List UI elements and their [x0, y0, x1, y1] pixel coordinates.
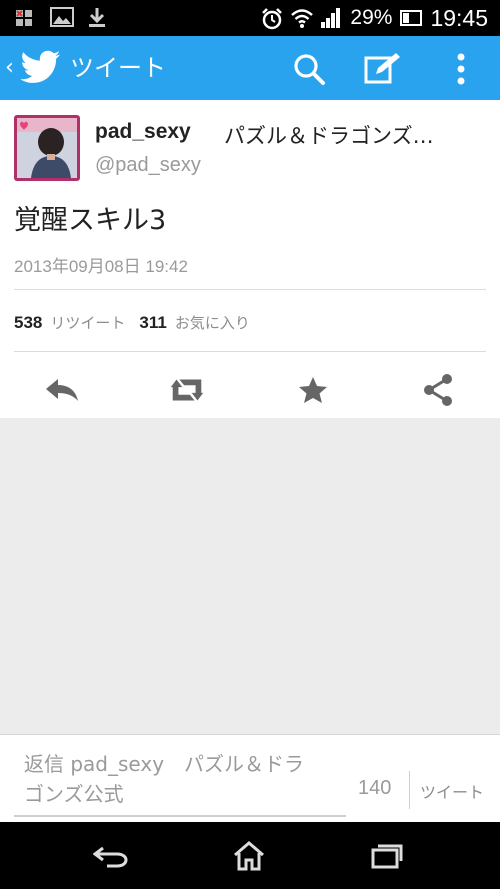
nav-back-button[interactable] — [86, 836, 136, 876]
share-button[interactable] — [418, 370, 458, 410]
download-icon — [86, 6, 108, 28]
divider — [409, 771, 410, 809]
retweet-label[interactable]: リツイート — [50, 312, 125, 333]
nav-recent-apps-button[interactable] — [362, 836, 412, 876]
up-caret[interactable]: ‹ — [5, 54, 14, 82]
alarm-icon — [260, 7, 283, 30]
home-icon — [234, 841, 264, 871]
retweet-button[interactable] — [167, 370, 207, 410]
nav-home-button[interactable] — [224, 836, 274, 876]
clock: 19:45 — [430, 4, 488, 31]
back-icon — [93, 846, 128, 868]
profile-name[interactable]: パズル＆ドラゴンズ… — [224, 120, 434, 150]
twitter-bird-icon[interactable] — [20, 50, 62, 86]
favorite-label[interactable]: お気に入り — [175, 312, 250, 333]
battery-icon — [400, 7, 423, 29]
retweet-icon — [170, 379, 204, 401]
status-bar-right: 29% 19:45 — [260, 0, 488, 36]
battery-percent: 29% — [350, 6, 393, 29]
compose-icon — [364, 53, 400, 84]
reply-icon — [46, 379, 78, 401]
action-bar: ‹ ツイート — [0, 36, 500, 100]
divider — [14, 289, 486, 290]
share-icon — [424, 374, 452, 406]
tweet-detail: pad_sexy パズル＆ドラゴンズ… @pad_sexy 覚醒スキル3 201… — [0, 100, 500, 418]
tweet-text: 覚醒スキル3 — [14, 205, 167, 236]
favorite-icon — [299, 377, 327, 403]
status-bar: 29% 19:45 — [0, 0, 500, 36]
notification-icon — [14, 6, 36, 28]
divider — [14, 351, 486, 352]
character-counter: 140 — [358, 777, 392, 799]
user-handle[interactable]: @pad_sexy — [95, 154, 201, 177]
send-tweet-button[interactable]: ツイート — [420, 779, 484, 803]
screen-title: ツイート — [70, 54, 166, 82]
reply-placeholder-line2: ゴンズ公式 — [24, 782, 124, 806]
system-nav-bar — [0, 822, 500, 889]
reply-button[interactable] — [42, 370, 82, 410]
wifi-icon — [290, 7, 314, 29]
search-button[interactable] — [288, 48, 330, 90]
image-icon — [50, 6, 74, 28]
reply-input[interactable]: 返信 pad_sexy パズル＆ドラ ゴンズ公式 — [14, 749, 346, 817]
status-bar-left — [14, 6, 108, 28]
favorite-count[interactable]: 311 — [139, 313, 166, 333]
display-name[interactable]: pad_sexy — [95, 120, 191, 144]
compose-button[interactable] — [362, 48, 404, 90]
more-icon — [457, 53, 465, 85]
tweet-actions — [0, 362, 500, 414]
reply-compose-bar: 返信 pad_sexy パズル＆ドラ ゴンズ公式 140 ツイート — [0, 734, 500, 822]
tweet-timestamp: 2013年09月08日 19:42 — [14, 257, 188, 276]
recent-apps-icon — [371, 844, 403, 869]
reply-placeholder-line1: 返信 pad_sexy パズル＆ドラ — [24, 752, 305, 776]
overflow-menu-button[interactable] — [440, 48, 482, 90]
favorite-button[interactable] — [293, 370, 333, 410]
search-icon — [294, 54, 325, 85]
signal-icon — [320, 7, 342, 29]
retweet-count[interactable]: 538 — [14, 313, 42, 333]
tweet-stats: 538 リツイート 311 お気に入り — [14, 312, 256, 333]
avatar[interactable] — [14, 115, 80, 181]
